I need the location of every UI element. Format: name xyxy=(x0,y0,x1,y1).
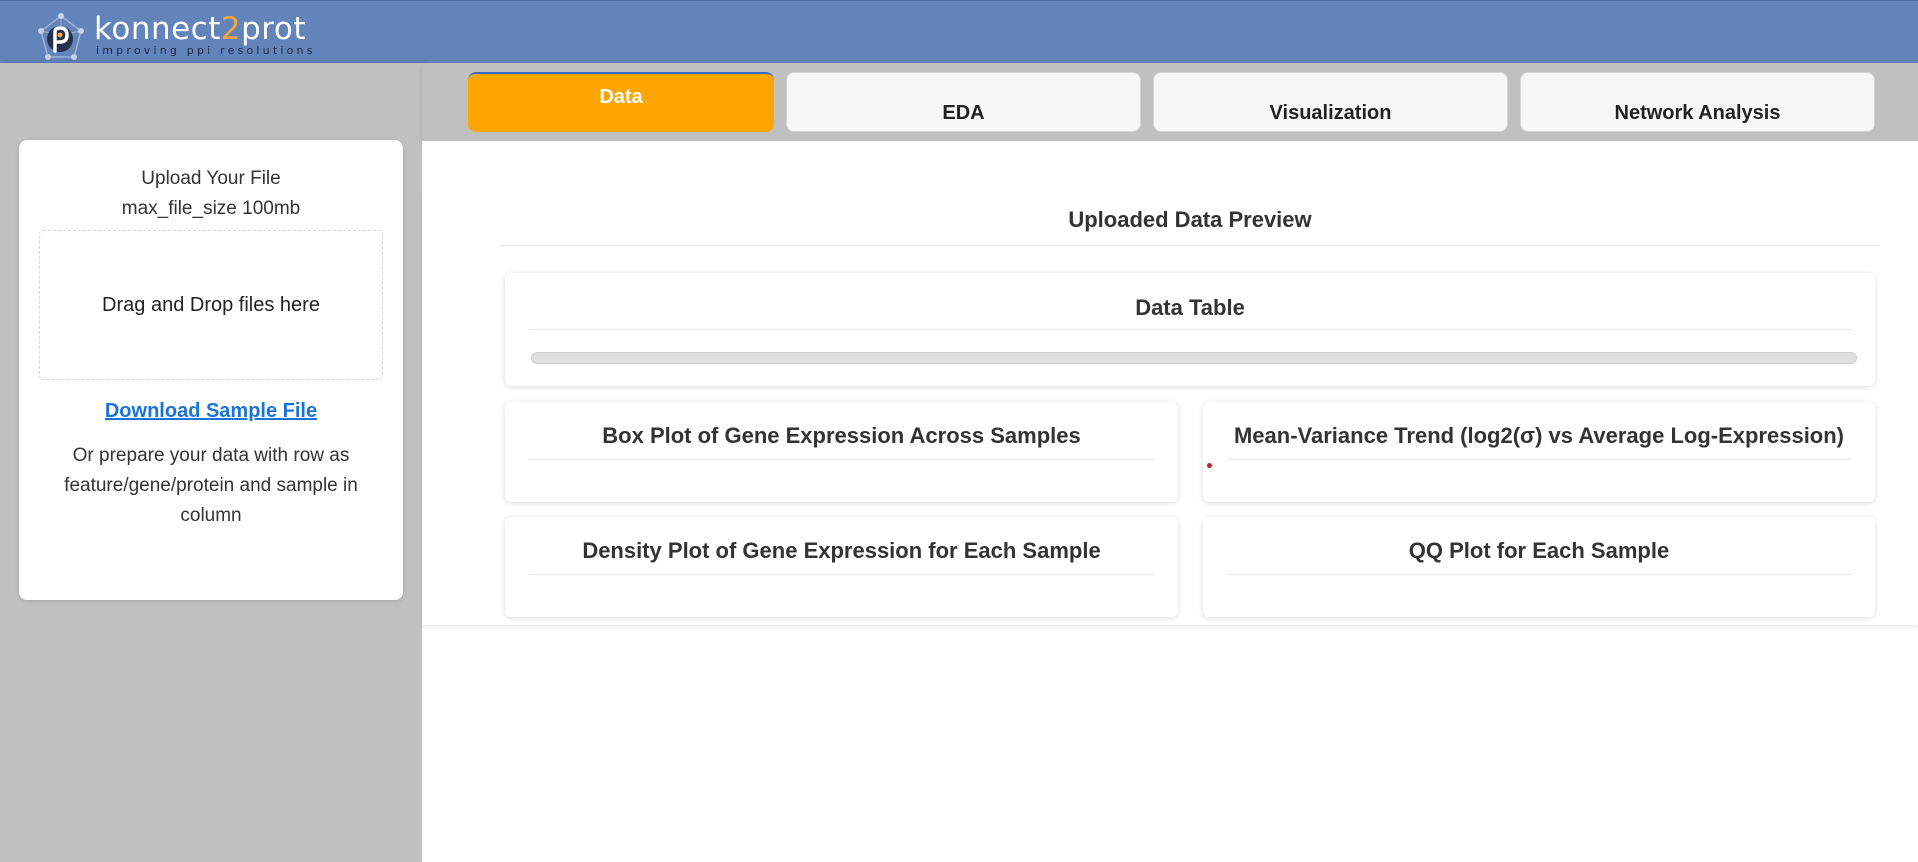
tab-data[interactable]: Data xyxy=(468,72,774,132)
upload-title: Upload Your File xyxy=(141,168,281,189)
download-sample-link[interactable]: Download Sample File xyxy=(105,400,317,423)
app-header: konnect2prot improving ppi resolutions xyxy=(0,0,1918,63)
data-table-card: Data Table xyxy=(505,273,1875,386)
upload-size-limit: max_file_size 100mb xyxy=(121,198,301,219)
density-plot-card: Density Plot of Gene Expression for Each… xyxy=(505,517,1178,617)
logo-subtitle: improving ppi resolutions xyxy=(96,44,316,57)
data-table-loading-bar xyxy=(531,352,1857,364)
qq-plot-card: QQ Plot for Each Sample xyxy=(1203,517,1875,617)
tab-data-label: Data xyxy=(599,86,643,108)
data-table-title: Data Table xyxy=(529,273,1851,330)
mean-variance-title: Mean-Variance Trend (log2(σ) vs Average … xyxy=(1227,402,1851,460)
tab-visualization-label: Visualization xyxy=(1269,102,1392,124)
logo-icon xyxy=(36,13,86,63)
data-preview-panel: Uploaded Data Preview Data Table Box Plo… xyxy=(422,191,1918,625)
mean-variance-card: Mean-Variance Trend (log2(σ) vs Average … xyxy=(1203,402,1875,502)
tab-network-analysis-label: Network Analysis xyxy=(1614,102,1781,124)
logo-title: konnect2prot xyxy=(94,11,306,47)
marker-dot xyxy=(1207,463,1212,468)
box-plot-card: Box Plot of Gene Expression Across Sampl… xyxy=(505,402,1178,502)
sidebar: Upload Your File max_file_size 100mb Dra… xyxy=(0,63,422,862)
box-plot-title: Box Plot of Gene Expression Across Sampl… xyxy=(529,402,1154,460)
dropzone-label: Drag and Drop files here xyxy=(102,293,320,316)
density-plot-title: Density Plot of Gene Expression for Each… xyxy=(529,517,1154,575)
file-dropzone[interactable]: Drag and Drop files here xyxy=(39,230,383,380)
tab-network-analysis[interactable]: Network Analysis xyxy=(1520,72,1875,132)
preview-title: Uploaded Data Preview xyxy=(500,207,1880,246)
main-content: Uploaded Data Preview Data Table Box Plo… xyxy=(422,141,1918,862)
qq-plot-title: QQ Plot for Each Sample xyxy=(1227,517,1851,575)
tab-eda[interactable]: EDA xyxy=(786,72,1141,132)
tab-visualization[interactable]: Visualization xyxy=(1153,72,1508,132)
tab-bar: Data EDA Visualization Network Analysis xyxy=(422,63,1918,141)
logo[interactable]: konnect2prot improving ppi resolutions xyxy=(36,13,316,63)
tab-eda-label: EDA xyxy=(942,102,985,124)
upload-instructions: Or prepare your data with row as feature… xyxy=(64,445,358,526)
upload-card: Upload Your File max_file_size 100mb Dra… xyxy=(19,140,403,600)
